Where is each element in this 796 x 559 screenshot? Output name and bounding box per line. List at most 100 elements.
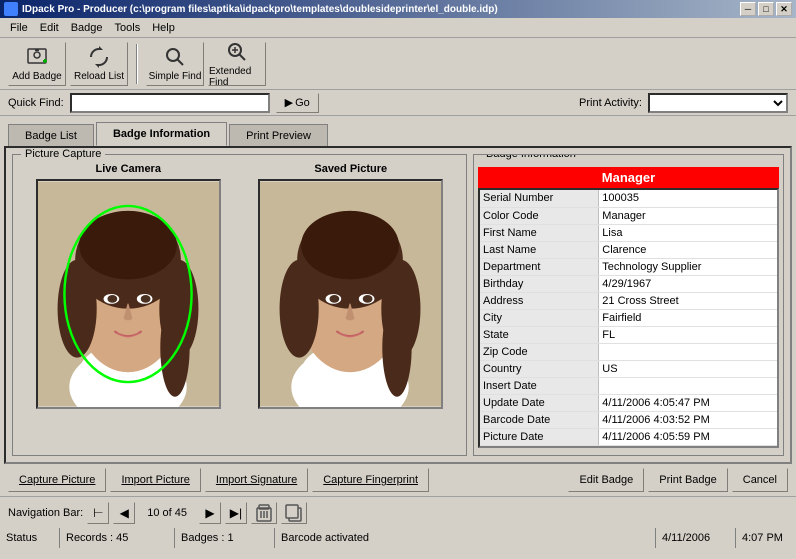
nav-prev-button[interactable]: ◀ — [113, 502, 135, 524]
reload-list-label: Reload List — [74, 71, 124, 82]
nav-first-button[interactable]: ⊢ — [87, 502, 109, 524]
status-segment-barcode: Barcode activated — [275, 528, 656, 548]
extended-find-label: Extended Find — [209, 66, 265, 88]
badge-field-label: City — [480, 309, 599, 326]
simple-find-button[interactable]: Simple Find — [146, 42, 204, 86]
minimize-button[interactable]: ─ — [740, 2, 756, 16]
reload-list-button[interactable]: Reload List — [70, 42, 128, 86]
badge-info-row: Insert Date — [480, 377, 777, 394]
print-activity-label: Print Activity: — [579, 97, 642, 109]
extended-find-button[interactable]: Extended Find — [208, 42, 266, 86]
live-camera-frame — [36, 179, 221, 409]
badge-field-value: US — [599, 360, 777, 377]
live-camera-column: Live Camera — [36, 163, 221, 409]
saved-picture-image — [260, 179, 441, 409]
cancel-button[interactable]: Cancel — [732, 468, 788, 492]
toolbar-separator — [136, 44, 138, 84]
picture-columns: Live Camera — [17, 159, 462, 409]
quickfind-label: Quick Find: — [8, 97, 64, 109]
edit-badge-button[interactable]: Edit Badge — [568, 468, 644, 492]
menu-edit[interactable]: Edit — [34, 20, 65, 36]
barcode-text: Barcode activated — [281, 532, 369, 544]
simple-find-icon — [163, 45, 187, 69]
import-signature-button[interactable]: Import Signature — [205, 468, 308, 492]
menu-badge[interactable]: Badge — [65, 20, 109, 36]
tabs: Badge List Badge Information Print Previ… — [0, 116, 796, 146]
tab-badge-information[interactable]: Badge Information — [96, 122, 227, 146]
status-segment-status: Status — [0, 528, 60, 548]
title-bar-controls: ─ □ ✕ — [740, 2, 792, 16]
toolbar: Add Badge Reload List Simple Find — [0, 38, 796, 90]
nav-next-button[interactable]: ▶ — [199, 502, 221, 524]
live-camera-image — [38, 179, 219, 409]
badge-field-label: Country — [480, 360, 599, 377]
badge-info-row: State FL — [480, 326, 777, 343]
add-badge-button[interactable]: Add Badge — [8, 42, 66, 86]
quickfind-bar: Quick Find: ▶ Go Print Activity: — [0, 90, 796, 116]
badge-field-label: Update Date — [480, 394, 599, 411]
badge-field-value — [599, 377, 777, 394]
badge-info-row: Barcode Date 4/11/2006 4:03:52 PM — [480, 411, 777, 428]
quickfind-input[interactable] — [70, 93, 270, 113]
nav-count: 10 of 45 — [139, 507, 195, 519]
go-arrow-icon: ▶ — [285, 96, 293, 109]
badge-info-row: Birthday 4/29/1967 — [480, 275, 777, 292]
badge-field-value: Technology Supplier — [599, 258, 777, 275]
badge-info-row: Color Code Manager — [480, 207, 777, 224]
badge-info-row: Country US — [480, 360, 777, 377]
badge-info-panel: Badge Information Manager Serial Number … — [473, 154, 784, 456]
print-activity-select[interactable] — [648, 93, 788, 113]
badge-info-panel-title: Badge Information — [482, 154, 580, 160]
badge-field-value: 4/11/2006 4:05:59 PM — [599, 428, 777, 445]
saved-picture-frame — [258, 179, 443, 409]
live-camera-label: Live Camera — [96, 163, 161, 175]
main-content: Picture Capture Live Camera — [4, 146, 792, 464]
tab-badge-list[interactable]: Badge List — [8, 124, 94, 146]
extended-find-icon — [225, 40, 249, 64]
capture-fingerprint-button[interactable]: Capture Fingerprint — [312, 468, 429, 492]
badge-info-row: Zip Code — [480, 343, 777, 360]
nav-copy-button[interactable] — [281, 502, 307, 524]
badge-field-value: Lisa — [599, 224, 777, 241]
menu-bar: File Edit Badge Tools Help — [0, 18, 796, 38]
nav-bar: Navigation Bar: ⊢ ◀ 10 of 45 ▶ ▶| — [0, 496, 796, 528]
action-buttons: Capture Picture Import Picture Import Si… — [0, 464, 796, 496]
badge-field-label: Insert Date — [480, 377, 599, 394]
badge-field-label: Birthday — [480, 275, 599, 292]
saved-picture-column: Saved Picture — [258, 163, 443, 409]
tab-print-preview[interactable]: Print Preview — [229, 124, 328, 146]
title-text: IDpack Pro - Producer (c:\program files\… — [22, 4, 498, 15]
title-bar: IDpack Pro - Producer (c:\program files\… — [0, 0, 796, 18]
badge-field-value: 4/11/2006 4:05:47 PM — [599, 394, 777, 411]
badge-field-label: Barcode Date — [480, 411, 599, 428]
badge-field-label: Color Code — [480, 207, 599, 224]
badge-field-label: Zip Code — [480, 343, 599, 360]
close-button[interactable]: ✕ — [776, 2, 792, 16]
nav-last-button[interactable]: ▶| — [225, 502, 247, 524]
menu-file[interactable]: File — [4, 20, 34, 36]
badge-field-value: 21 Cross Street — [599, 292, 777, 309]
nav-delete-button[interactable] — [251, 502, 277, 524]
badge-info-row: First Name Lisa — [480, 224, 777, 241]
badge-field-value: Fairfield — [599, 309, 777, 326]
capture-picture-button[interactable]: Capture Picture — [8, 468, 106, 492]
badge-info-header: Manager — [478, 167, 779, 188]
badge-field-label: Last Name — [480, 241, 599, 258]
menu-help[interactable]: Help — [146, 20, 181, 36]
badge-field-value — [599, 343, 777, 360]
maximize-button[interactable]: □ — [758, 2, 774, 16]
badge-field-value: 4/29/1967 — [599, 275, 777, 292]
badge-field-value: 100035 — [599, 190, 777, 207]
status-segment-badges: Badges : 1 — [175, 528, 275, 548]
picture-panel-title: Picture Capture — [21, 148, 105, 160]
print-badge-button[interactable]: Print Badge — [648, 468, 727, 492]
records-text: Records : 45 — [66, 532, 128, 544]
go-label: Go — [295, 97, 310, 109]
import-picture-button[interactable]: Import Picture — [110, 468, 200, 492]
badge-info-scroll[interactable]: Serial Number 100035 Color Code Manager … — [478, 188, 779, 448]
go-button[interactable]: ▶ Go — [276, 93, 319, 113]
app-icon — [4, 2, 18, 16]
add-badge-label: Add Badge — [12, 71, 62, 82]
menu-tools[interactable]: Tools — [109, 20, 147, 36]
status-segment-records: Records : 45 — [60, 528, 175, 548]
